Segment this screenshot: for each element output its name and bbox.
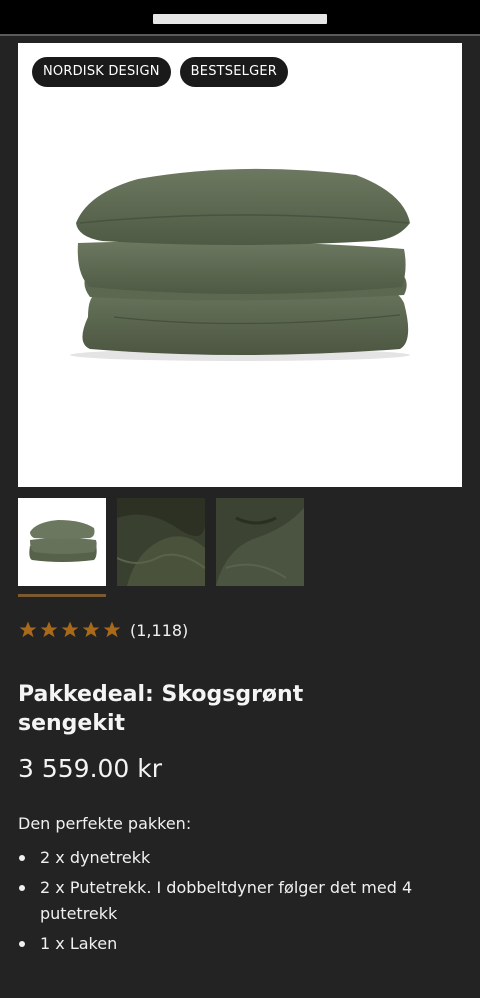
review-count: (1,118) bbox=[130, 620, 189, 640]
list-item: 1 x Laken bbox=[18, 931, 438, 957]
star-icon bbox=[19, 621, 37, 638]
list-item: 2 x Putetrekk. I dobbeltdyner følger det… bbox=[18, 875, 438, 927]
badge-group: NORDISK DESIGN BESTSELGER bbox=[32, 57, 289, 87]
description-intro: Den perfekte pakken: bbox=[18, 814, 192, 833]
thumbnail-bedding-image bbox=[29, 520, 97, 562]
thumbnail-fabric-fold bbox=[216, 498, 304, 586]
product-rating[interactable]: (1,118) bbox=[18, 620, 188, 640]
thumbnail-fabric-closeup bbox=[117, 498, 205, 586]
list-item: 2 x dynetrekk bbox=[18, 845, 438, 871]
product-main-image[interactable]: NORDISK DESIGN BESTSELGER bbox=[18, 43, 462, 487]
thumbnail-1[interactable] bbox=[18, 498, 106, 586]
star-icon bbox=[103, 621, 121, 638]
product-title: Pakkedeal: Skogsgrønt sengekit bbox=[18, 682, 304, 736]
thumbnail-3[interactable] bbox=[216, 498, 304, 586]
thumbnail-2[interactable] bbox=[117, 498, 205, 586]
address-bar-handle[interactable] bbox=[153, 14, 327, 24]
browser-top-bar bbox=[0, 0, 480, 34]
badge-bestseller: BESTSELGER bbox=[179, 57, 289, 87]
badge-nordisk-design: NORDISK DESIGN bbox=[32, 57, 171, 87]
package-contents-list: 2 x dynetrekk 2 x Putetrekk. I dobbeltdy… bbox=[18, 845, 438, 961]
active-thumbnail-indicator bbox=[18, 594, 106, 597]
star-icon bbox=[40, 621, 58, 638]
thumbnail-gallery bbox=[18, 498, 304, 586]
product-price: 3 559.00 kr bbox=[18, 754, 163, 783]
divider bbox=[0, 34, 480, 36]
star-icon bbox=[82, 621, 100, 638]
bedding-set-image bbox=[70, 168, 410, 361]
star-icon bbox=[61, 621, 79, 638]
